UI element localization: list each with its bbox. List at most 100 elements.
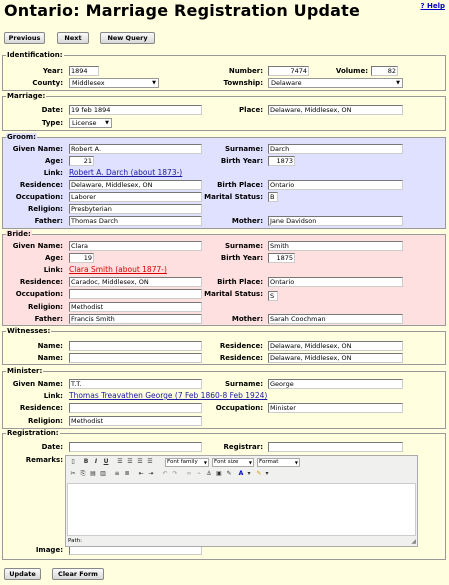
- new-document-icon[interactable]: ▯: [69, 458, 77, 466]
- groom-religion-field[interactable]: Presbyterian: [69, 204, 202, 214]
- cleanup-icon[interactable]: ✎: [225, 470, 233, 478]
- resize-handle-icon[interactable]: ◢: [411, 539, 416, 545]
- year-field[interactable]: 1894: [69, 66, 99, 76]
- minister-residence-label: Residence:: [19, 404, 63, 412]
- paste-word-icon[interactable]: ▥: [99, 470, 107, 478]
- align-left-icon[interactable]: ☰: [116, 458, 124, 466]
- marriage-date-field[interactable]: 19 feb 1894: [69, 105, 202, 115]
- bride-marital-field[interactable]: S: [268, 291, 278, 301]
- number-field[interactable]: 7474: [268, 66, 309, 76]
- minister-given-field[interactable]: T.T.: [69, 379, 202, 389]
- minister-link[interactable]: Thomas Treavathen George (7 Feb 1860-8 F…: [69, 391, 267, 401]
- editor-toolbar-row1: ▯ B I U ☰ ☰ ☰ ☰ Font family ▼ Font size …: [68, 458, 416, 468]
- undo-icon[interactable]: ↶: [161, 470, 169, 478]
- align-justify-icon[interactable]: ☰: [146, 458, 154, 466]
- italic-icon[interactable]: I: [92, 458, 100, 466]
- bride-surname-field[interactable]: Smith: [268, 241, 403, 251]
- groom-given-label: Given Name:: [12, 145, 63, 153]
- bride-birth-place-field[interactable]: Ontario: [268, 277, 403, 287]
- bullet-list-icon[interactable]: ≡: [113, 470, 121, 478]
- link-icon[interactable]: ∞: [185, 470, 193, 478]
- bride-father-field[interactable]: Francis Smith: [69, 314, 202, 324]
- groom-marital-field[interactable]: B: [268, 192, 278, 202]
- witness1-residence-field[interactable]: Delaware, Middlesex, ON: [268, 341, 403, 351]
- bride-given-field[interactable]: Clara: [69, 241, 202, 251]
- numbered-list-icon[interactable]: ≣: [123, 470, 131, 478]
- copy-icon[interactable]: ⎘: [79, 470, 87, 478]
- outdent-icon[interactable]: ⇤: [137, 470, 145, 478]
- bride-birth-year-field[interactable]: 1875: [268, 253, 295, 263]
- minister-occupation-field[interactable]: Minister: [268, 403, 403, 413]
- chevron-down-icon[interactable]: ▾: [263, 470, 271, 478]
- help-link[interactable]: ? Help: [420, 2, 445, 10]
- groom-mother-field[interactable]: Jane Davidson: [268, 216, 403, 226]
- groom-birth-place-field[interactable]: Ontario: [268, 180, 403, 190]
- witness2-name-field[interactable]: [69, 353, 202, 363]
- editor-content-area[interactable]: [67, 483, 416, 536]
- marriage-legend: Marriage:: [6, 92, 47, 101]
- chevron-down-icon[interactable]: ▾: [245, 470, 253, 478]
- chevron-down-icon: ▼: [105, 120, 109, 126]
- editor-path: Path:: [68, 538, 82, 544]
- registrar-field[interactable]: [268, 442, 403, 452]
- minister-surname-field[interactable]: George: [268, 379, 403, 389]
- text-color-icon[interactable]: A: [237, 470, 245, 478]
- bride-link[interactable]: Clara Smith (about 1877-): [69, 265, 167, 275]
- groom-occupation-field[interactable]: Laborer: [69, 192, 202, 202]
- township-value: Delaware: [271, 79, 302, 87]
- image-icon[interactable]: ▣: [215, 470, 223, 478]
- minister-surname-label: Surname:: [224, 380, 263, 388]
- bride-residence-field[interactable]: Caradoc, Middlesex, ON: [69, 277, 202, 287]
- previous-button[interactable]: Previous: [4, 32, 45, 44]
- clear-form-button[interactable]: Clear Form: [52, 568, 104, 580]
- bride-occupation-field[interactable]: [69, 289, 202, 299]
- cut-icon[interactable]: ✂: [69, 470, 77, 478]
- redo-icon[interactable]: ↷: [171, 470, 179, 478]
- align-right-icon[interactable]: ☰: [136, 458, 144, 466]
- minister-legend: Minister:: [6, 367, 44, 376]
- paste-icon[interactable]: ▤: [89, 470, 97, 478]
- registration-date-field[interactable]: [69, 442, 202, 452]
- bride-legend: Bride:: [6, 230, 32, 239]
- groom-section: Groom: Given Name: Robert A. Surname: Da…: [2, 133, 446, 229]
- bride-mother-field[interactable]: Sarah Coochman: [268, 314, 403, 324]
- bride-age-field[interactable]: 19: [69, 253, 94, 263]
- groom-birth-year-field[interactable]: 1873: [268, 156, 295, 166]
- format-select[interactable]: Format ▼: [257, 458, 300, 467]
- chevron-down-icon: ▼: [203, 460, 207, 465]
- underline-icon[interactable]: U: [102, 458, 110, 466]
- font-family-select[interactable]: Font family ▼: [165, 458, 209, 467]
- highlight-color-icon[interactable]: ✎: [255, 470, 263, 478]
- bride-religion-field[interactable]: Methodist: [69, 302, 202, 312]
- witness1-name-field[interactable]: [69, 341, 202, 351]
- marriage-date-label: Date:: [41, 106, 63, 114]
- witness2-residence-field[interactable]: Delaware, Middlesex, ON: [268, 353, 403, 363]
- groom-link[interactable]: Robert A. Darch (about 1873-): [69, 168, 182, 178]
- next-button[interactable]: Next: [57, 32, 89, 44]
- minister-religion-field[interactable]: Methodist: [69, 416, 202, 426]
- font-family-value: Font family: [167, 459, 198, 465]
- groom-residence-field[interactable]: Delaware, Middlesex, ON: [69, 180, 202, 190]
- groom-father-field[interactable]: Thomas Darch: [69, 216, 202, 226]
- marriage-place-field[interactable]: Delaware, Middlesex, ON: [268, 105, 403, 115]
- minister-residence-field[interactable]: [69, 403, 202, 413]
- groom-given-field[interactable]: Robert A.: [69, 144, 202, 154]
- marriage-type-select[interactable]: License ▼: [69, 118, 112, 128]
- township-select[interactable]: Delaware ▼: [268, 78, 403, 88]
- unlink-icon[interactable]: ⌁: [195, 470, 203, 478]
- align-center-icon[interactable]: ☰: [126, 458, 134, 466]
- groom-surname-field[interactable]: Darch: [268, 144, 403, 154]
- font-size-select[interactable]: Font size ▼: [212, 458, 254, 467]
- groom-age-field[interactable]: 21: [69, 156, 94, 166]
- image-label: Image:: [35, 546, 63, 554]
- indent-icon[interactable]: ⇥: [147, 470, 155, 478]
- anchor-icon[interactable]: ⚓: [205, 470, 213, 478]
- witness1-name-label: Name:: [37, 342, 63, 350]
- county-select[interactable]: Middlesex ▼: [69, 78, 159, 88]
- new-query-button[interactable]: New Query: [100, 32, 155, 44]
- update-button[interactable]: Update: [4, 568, 41, 580]
- volume-field[interactable]: 82: [371, 66, 398, 76]
- bold-icon[interactable]: B: [82, 458, 90, 466]
- bride-age-label: Age:: [45, 254, 63, 262]
- groom-age-label: Age:: [45, 157, 63, 165]
